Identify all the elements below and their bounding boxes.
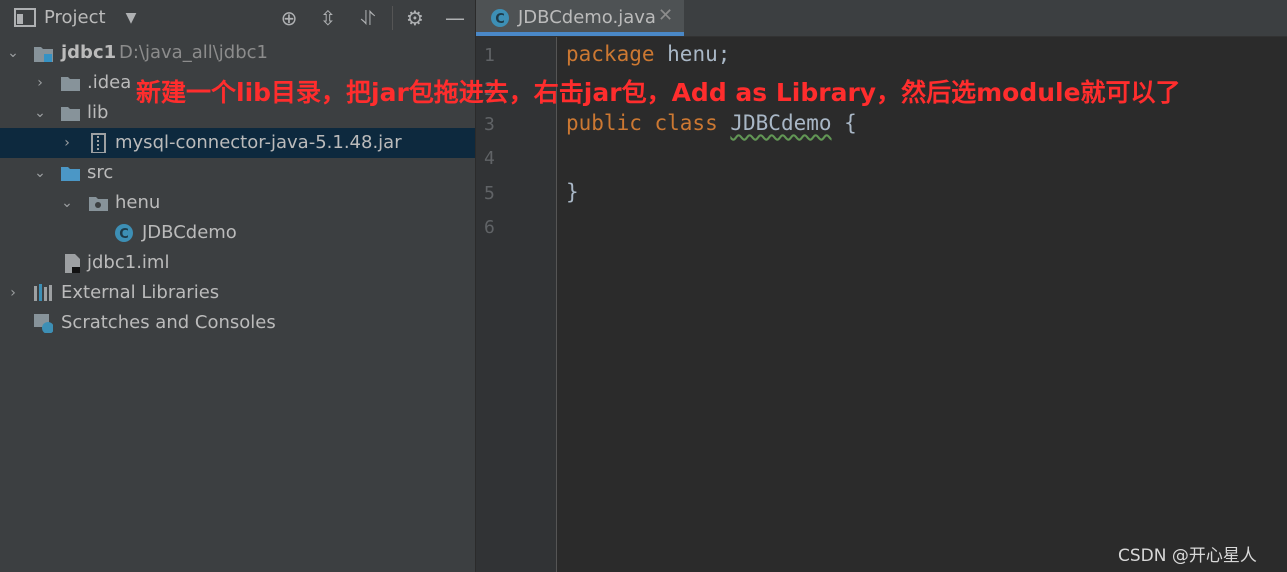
chevron-down-icon[interactable]: ⌄: [4, 38, 22, 68]
tree-item-henu[interactable]: ⌄ henu: [0, 188, 475, 218]
active-tab-indicator: [476, 32, 684, 36]
tree-item-label: Scratches and Consoles: [61, 312, 276, 333]
collapse-all-icon[interactable]: ⥯: [355, 4, 381, 32]
module-folder-icon: [34, 47, 53, 62]
java-class-icon: C: [115, 224, 133, 242]
project-panel-icon: [14, 8, 36, 27]
tree-item-label: lib: [87, 102, 109, 123]
code-keyword: package: [566, 42, 655, 66]
line-number: 3: [484, 114, 495, 135]
code-text: henu;: [654, 42, 731, 66]
line-number: 5: [484, 183, 495, 204]
chevron-right-icon[interactable]: ›: [4, 278, 22, 308]
jar-icon: [91, 133, 106, 153]
code-line-3[interactable]: public class JDBCdemo {: [566, 111, 857, 135]
line-number-gutter: 1 2 3 4 5 6: [476, 37, 557, 572]
annotation-text: 新建一个lib目录，把jar包拖进去，右击jar包，Add as Library…: [136, 78, 1181, 107]
line-number: 1: [484, 45, 495, 66]
close-icon[interactable]: ✕: [658, 5, 673, 26]
tree-item-src[interactable]: ⌄ src: [0, 158, 475, 188]
tree-item-mysql-connector-jar[interactable]: › mysql-connector-java-5.1.48.jar: [0, 128, 475, 158]
settings-gear-icon[interactable]: ⚙: [402, 4, 428, 32]
svg-text:C: C: [495, 12, 505, 27]
editor-tab-bar: C JDBCdemo.java ✕: [476, 0, 1287, 37]
tree-item-label: jdbc1.iml: [87, 252, 170, 273]
chevron-down-icon[interactable]: ⌄: [31, 98, 49, 128]
dropdown-icon[interactable]: ▼: [118, 4, 144, 32]
libraries-icon: [34, 284, 52, 301]
locate-icon[interactable]: ⊕: [276, 4, 302, 32]
tree-item-jdbc1[interactable]: ⌄ jdbc1 D:\java_all\jdbc1: [0, 38, 475, 68]
line-number: 4: [484, 148, 495, 169]
tree-item-jdbc1-iml[interactable]: jdbc1.iml: [0, 248, 475, 278]
tree-item-label: src: [87, 162, 114, 183]
java-class-icon: C: [491, 9, 509, 27]
tree-item-label: .idea: [87, 72, 132, 93]
code-class-name: JDBCdemo: [730, 111, 832, 135]
chevron-down-icon[interactable]: ⌄: [58, 188, 76, 218]
code-line-1[interactable]: package henu;: [566, 42, 730, 66]
line-number: 6: [484, 217, 495, 238]
code-line-5[interactable]: }: [566, 180, 579, 204]
project-panel-title[interactable]: Project: [44, 7, 106, 28]
hide-minus-icon[interactable]: —: [442, 4, 468, 32]
tree-item-jdbcdemo[interactable]: C JDBCdemo: [0, 218, 475, 248]
code-text: {: [831, 111, 857, 135]
svg-text:C: C: [119, 227, 129, 242]
code-keyword: public class: [566, 111, 718, 135]
tree-item-external-libraries[interactable]: › External Libraries: [0, 278, 475, 308]
tree-item-label: mysql-connector-java-5.1.48.jar: [115, 132, 402, 153]
watermark: CSDN @开心星人: [1118, 546, 1257, 566]
expand-all-icon[interactable]: ⇳: [315, 4, 341, 32]
chevron-right-icon[interactable]: ›: [58, 128, 76, 158]
scratches-icon: [34, 314, 53, 333]
tree-item-path-hint: D:\java_all\jdbc1: [119, 42, 269, 63]
tab-label: JDBCdemo.java: [518, 7, 656, 28]
tree-item-label: henu: [115, 192, 161, 213]
source-folder-icon: [61, 167, 80, 181]
chevron-down-icon[interactable]: ⌄: [31, 158, 49, 188]
folder-icon: [61, 107, 80, 121]
chevron-right-icon[interactable]: ›: [31, 68, 49, 98]
package-icon: [89, 197, 108, 211]
tree-item-label: JDBCdemo: [142, 222, 237, 243]
iml-file-icon: [65, 254, 80, 273]
tree-item-label: jdbc1: [61, 42, 117, 63]
tree-item-scratches-and-consoles[interactable]: Scratches and Consoles: [0, 308, 475, 338]
tree-item-label: External Libraries: [61, 282, 220, 303]
project-panel-header: Project ▼ ⊕ ⇳ ⥯ ⚙ —: [0, 0, 475, 36]
folder-icon: [61, 77, 80, 91]
code-text: }: [566, 180, 579, 204]
tab-jdbcdemo-java[interactable]: C JDBCdemo.java ✕: [476, 0, 684, 36]
toolbar-divider: [392, 6, 393, 30]
